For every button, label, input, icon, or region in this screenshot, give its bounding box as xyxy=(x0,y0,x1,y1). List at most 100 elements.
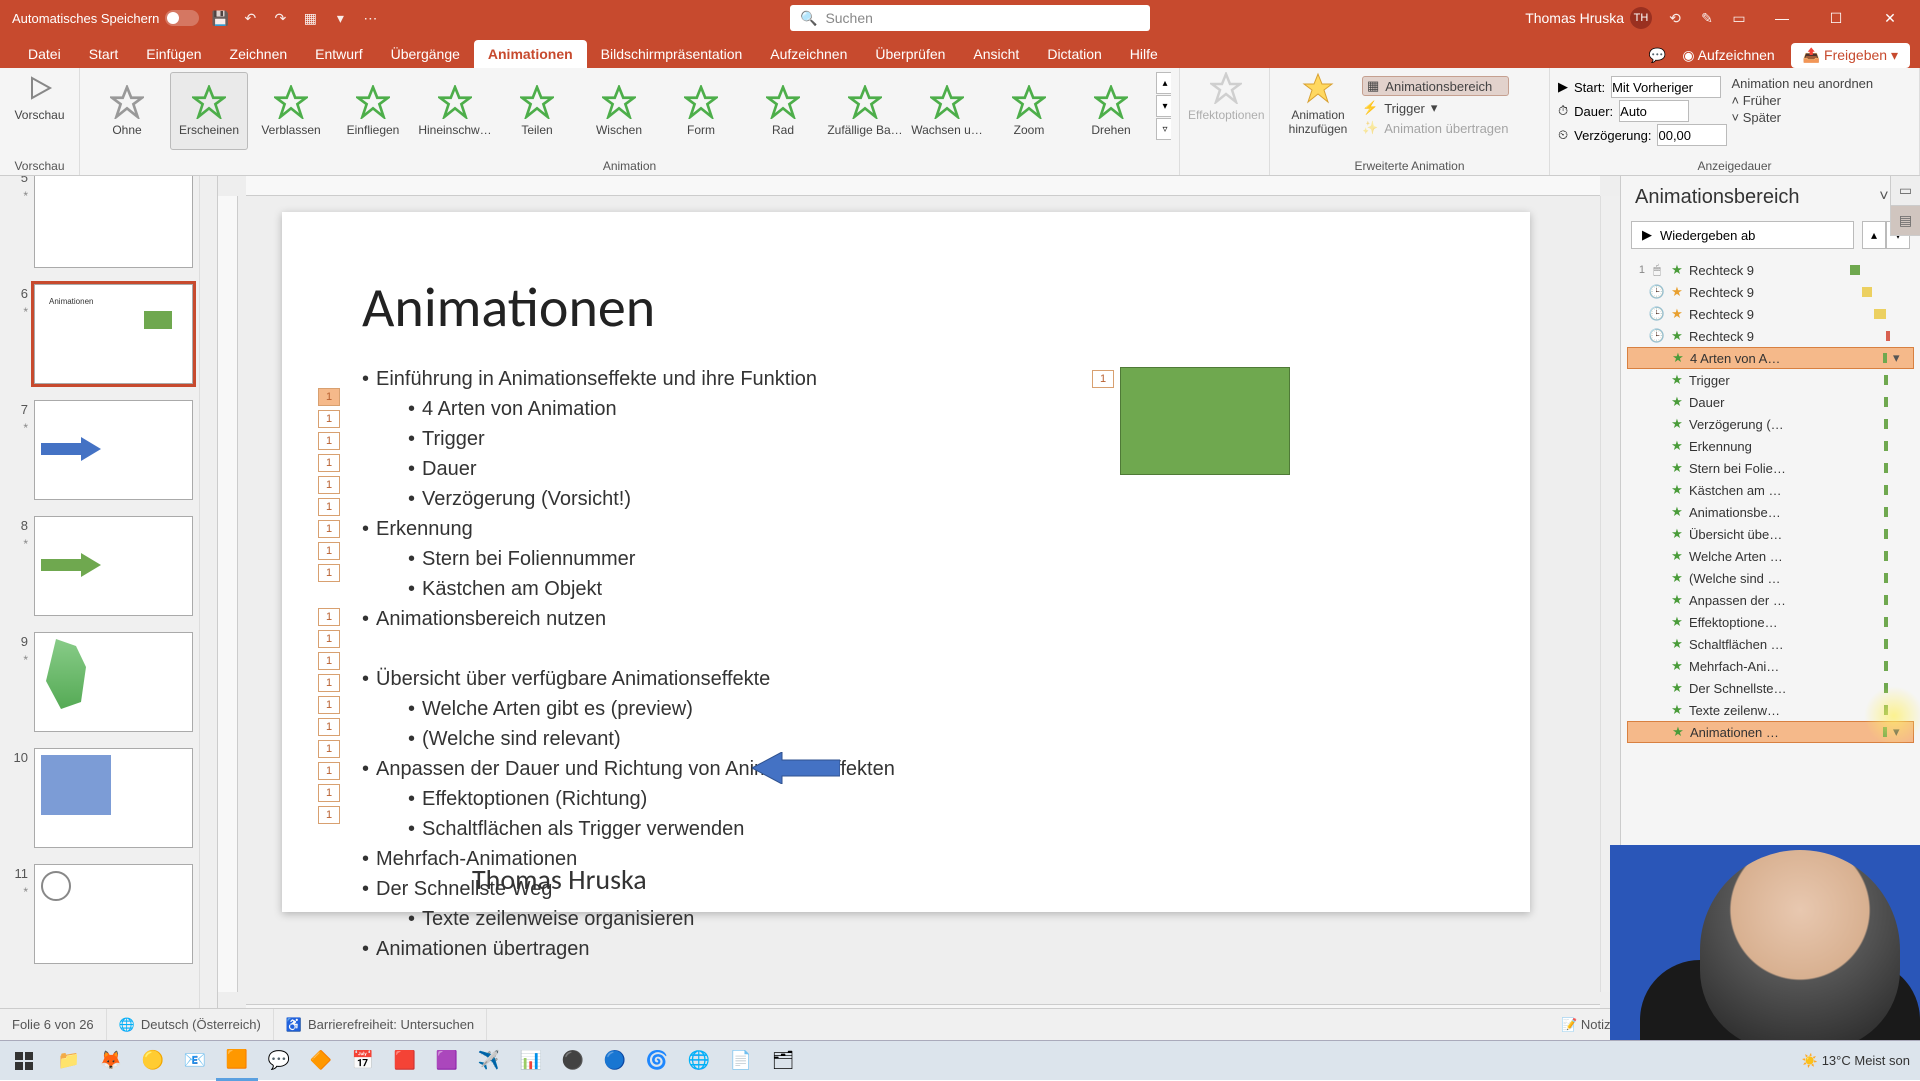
anim-tag[interactable]: 1 xyxy=(318,696,340,714)
anim-list-item[interactable]: 🕒★Rechteck 9 xyxy=(1627,281,1914,303)
anim-list-item[interactable]: ★4 Arten von A…▾ xyxy=(1627,347,1914,369)
anim-tag[interactable]: 1 xyxy=(318,498,340,516)
anim-tag[interactable]: 1 xyxy=(318,652,340,670)
thumb-6[interactable]: 6*Animationen xyxy=(0,276,199,392)
bullet[interactable]: Texte zeilenweise organisieren xyxy=(362,904,1210,934)
anim-tag[interactable]: 1 xyxy=(318,432,340,450)
anim-list-item[interactable]: ★Verzögerung (… xyxy=(1627,413,1914,435)
anim-list-item[interactable]: ★Schaltflächen … xyxy=(1627,633,1914,655)
anim-list-item[interactable]: 🕒★Rechteck 9 xyxy=(1627,303,1914,325)
anim-tag[interactable]: 1 xyxy=(318,740,340,758)
tab-ansicht[interactable]: Ansicht xyxy=(959,40,1033,68)
anim-tag[interactable]: 1 xyxy=(318,454,340,472)
anim-list-item[interactable]: ★Der Schnellste… xyxy=(1627,677,1914,699)
minimize-button[interactable]: ― xyxy=(1762,0,1802,36)
firefox-icon[interactable]: 🦊 xyxy=(90,1041,132,1081)
bullet[interactable]: Welche Arten gibt es (preview) xyxy=(362,694,1210,724)
tab-datei[interactable]: Datei xyxy=(14,40,75,68)
sync-icon[interactable]: ⟲ xyxy=(1666,9,1684,27)
app-icon-8[interactable]: 🗂 xyxy=(762,1041,804,1081)
maximize-button[interactable]: ☐ xyxy=(1816,0,1856,36)
user-account[interactable]: Thomas Hruska TH xyxy=(1525,7,1652,29)
anim-erscheinen[interactable]: Erscheinen xyxy=(170,72,248,150)
language-status[interactable]: 🌐 Deutsch (Österreich) xyxy=(107,1009,274,1040)
anim-rad[interactable]: Rad xyxy=(744,72,822,150)
anim-list-item[interactable]: ★Anpassen der … xyxy=(1627,589,1914,611)
delay-timing[interactable]: ⏲ Verzögerung: xyxy=(1558,124,1727,146)
outlook-icon[interactable]: 📧 xyxy=(174,1041,216,1081)
autosave-toggle[interactable]: Automatisches Speichern xyxy=(12,10,199,26)
anim-verblassen[interactable]: Verblassen xyxy=(252,72,330,150)
author-text[interactable]: Thomas Hruska xyxy=(472,862,647,897)
pen-icon[interactable]: ✎ xyxy=(1698,9,1716,27)
anim-tag[interactable]: 1 xyxy=(318,784,340,802)
anim-list-item[interactable]: ★Stern bei Folie… xyxy=(1627,457,1914,479)
anim-ohne[interactable]: Ohne xyxy=(88,72,166,150)
telegram-icon[interactable]: ✈️ xyxy=(468,1041,510,1081)
anim-wachsen u…[interactable]: Wachsen u… xyxy=(908,72,986,150)
toggle-icon[interactable] xyxy=(165,10,199,26)
thumb-8[interactable]: 8* xyxy=(0,508,199,624)
bullet[interactable]: Einführung in Animationseffekte und ihre… xyxy=(362,364,1210,394)
slide-canvas[interactable]: Animationen Einführung in Animationseffe… xyxy=(282,212,1530,912)
anim-list-item[interactable]: ★Animationsbe… xyxy=(1627,501,1914,523)
app-icon-3[interactable]: 🟥 xyxy=(384,1041,426,1081)
anim-tag[interactable]: 1 xyxy=(318,410,340,428)
search-box[interactable]: 🔍 Suchen xyxy=(790,5,1150,31)
tab-überprüfen[interactable]: Überprüfen xyxy=(861,40,959,68)
save-icon[interactable]: 💾 xyxy=(211,9,229,27)
more-icon[interactable]: ▾ xyxy=(331,9,349,27)
anim-list-item[interactable]: ★Erkennung xyxy=(1627,435,1914,457)
present-icon[interactable]: ▦ xyxy=(301,9,319,27)
tab-dictation[interactable]: Dictation xyxy=(1033,40,1115,68)
anim-tag[interactable]: 1 xyxy=(318,630,340,648)
anim-tag[interactable]: 1 xyxy=(318,520,340,538)
tab-übergänge[interactable]: Übergänge xyxy=(377,40,474,68)
animation-pane-button[interactable]: ▦ Animationsbereich xyxy=(1362,76,1509,96)
tab-einfügen[interactable]: Einfügen xyxy=(132,40,215,68)
weather-widget[interactable]: ☀️ 13°C Meist son xyxy=(1802,1053,1910,1069)
anim-tag[interactable]: 1 xyxy=(318,674,340,692)
thumb-11[interactable]: 11* xyxy=(0,856,199,972)
side-toolbar[interactable]: ▭ ▤ xyxy=(1890,176,1920,236)
redo-icon[interactable]: ↷ xyxy=(271,9,289,27)
app-icon-1[interactable]: 💬 xyxy=(258,1041,300,1081)
bullet[interactable]: Stern bei Foliennummer xyxy=(362,544,1210,574)
record-button[interactable]: ◉ Aufzeichnen xyxy=(1670,43,1786,68)
bullet[interactable]: Übersicht über verfügbare Animationseffe… xyxy=(362,664,1210,694)
accessibility-status[interactable]: ♿ Barrierefreiheit: Untersuchen xyxy=(274,1009,487,1040)
blue-arrow-shape[interactable] xyxy=(752,752,840,784)
thumb-7[interactable]: 7* xyxy=(0,392,199,508)
anim-tag[interactable]: 1 xyxy=(318,542,340,560)
anim-list-item[interactable]: ★Kästchen am … xyxy=(1627,479,1914,501)
tab-animationen[interactable]: Animationen xyxy=(474,40,587,68)
green-rectangle-shape[interactable] xyxy=(1120,367,1290,475)
anim-list-item[interactable]: ★Trigger xyxy=(1627,369,1914,391)
thumbnails-scrollbar[interactable] xyxy=(199,176,217,1048)
bullet[interactable]: Effektoptionen (Richtung) xyxy=(362,784,1210,814)
bullet[interactable]: Kästchen am Objekt xyxy=(362,574,1210,604)
anim-list-item[interactable]: ★Animationen …▾ xyxy=(1627,721,1914,743)
play-from-button[interactable]: ▶ Wiedergeben ab xyxy=(1631,221,1854,249)
collapse-icon[interactable]: ˅ xyxy=(1879,188,1888,208)
bullet[interactable]: Dauer xyxy=(362,454,1210,484)
thumb-9[interactable]: 9* xyxy=(0,624,199,740)
anim-tag[interactable]: 1 xyxy=(318,718,340,736)
ribbon-options-icon[interactable]: ▭ xyxy=(1730,9,1748,27)
tab-entwurf[interactable]: Entwurf xyxy=(301,40,376,68)
animation-gallery[interactable]: OhneErscheinenVerblassenEinfliegenHinein… xyxy=(88,72,1150,150)
start-button[interactable] xyxy=(0,1041,48,1081)
obs-icon[interactable]: ⚫ xyxy=(552,1041,594,1081)
taskbar[interactable]: 📁 🦊 🟡 📧 🟧 💬 🔶 📅 🟥 🟪 ✈️ 📊 ⚫ 🔵 🌀 🌐 📄 🗂 ☀️ … xyxy=(0,1040,1920,1080)
tab-zeichnen[interactable]: Zeichnen xyxy=(216,40,302,68)
anim-tag[interactable]: 1 xyxy=(318,388,340,406)
anim-list-item[interactable]: ★Effektoptione… xyxy=(1627,611,1914,633)
add-animation-button[interactable]: Animation hinzufügen xyxy=(1278,72,1358,136)
anim-list-item[interactable]: ★Dauer xyxy=(1627,391,1914,413)
bullet[interactable]: Verzögerung (Vorsicht!) xyxy=(362,484,1210,514)
system-tray[interactable]: ☀️ 13°C Meist son xyxy=(1802,1053,1920,1069)
slide-counter[interactable]: Folie 6 von 26 xyxy=(0,1009,107,1040)
slide-title[interactable]: Animationen xyxy=(362,274,655,342)
bullet[interactable] xyxy=(362,634,1210,664)
anim-list-item[interactable]: ★Mehrfach-Ani… xyxy=(1627,655,1914,677)
